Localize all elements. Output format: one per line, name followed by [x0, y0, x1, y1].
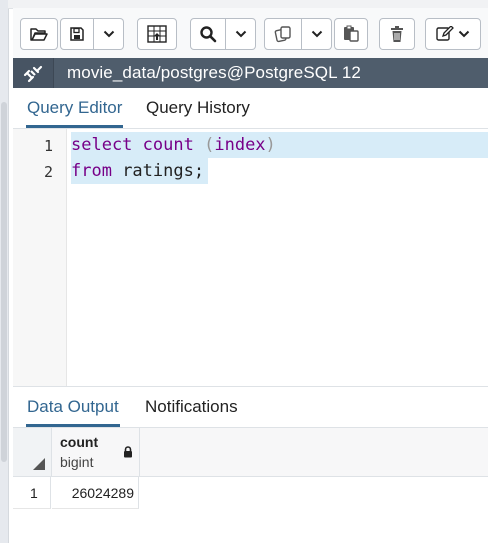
column-type: bigint — [60, 454, 94, 470]
search-options-dropdown[interactable] — [226, 18, 256, 50]
chevron-down-icon — [311, 30, 322, 38]
sql-keyword: select — [71, 135, 133, 155]
save-options-dropdown[interactable] — [94, 18, 124, 50]
copy-button[interactable] — [264, 18, 302, 50]
sql-paren: ) — [265, 135, 276, 155]
sql-identifier: index — [214, 135, 266, 155]
connection-bar: movie_data/postgres@PostgreSQL 12 — [13, 58, 488, 88]
header-filler — [140, 428, 488, 477]
editor-tabs: Query Editor Query History — [13, 88, 488, 129]
sql-text: ratings; — [111, 161, 205, 181]
edit-button[interactable] — [425, 18, 481, 50]
chevron-down-icon — [235, 30, 246, 38]
query-tool-panel: movie_data/postgres@PostgreSQL 12 Query … — [13, 0, 488, 543]
column-header[interactable]: count bigint — [52, 428, 140, 477]
sql-keyword: from — [71, 161, 112, 181]
line-number: 2 — [43, 163, 53, 181]
tab-notifications[interactable]: Notifications — [145, 387, 238, 427]
filter-button[interactable] — [137, 18, 177, 50]
row-number[interactable]: 1 — [13, 477, 51, 509]
line-number: 1 — [43, 137, 53, 155]
grid-filter-icon — [147, 25, 167, 43]
open-file-button[interactable] — [20, 18, 58, 50]
tab-data-output[interactable]: Data Output — [26, 387, 120, 427]
code-line[interactable]: from ratings; — [71, 158, 208, 184]
tab-query-history[interactable]: Query History — [146, 88, 250, 128]
save-icon — [70, 27, 84, 41]
copy-icon — [274, 26, 291, 43]
select-all-corner[interactable] — [13, 428, 52, 477]
corner-triangle-icon — [33, 458, 45, 470]
connection-link-icon — [23, 65, 43, 83]
lock-icon — [124, 446, 132, 458]
search-icon — [200, 26, 217, 43]
sql-paren: ( — [204, 135, 215, 155]
delete-button[interactable] — [379, 18, 415, 50]
scrollbar-thumb[interactable] — [1, 102, 7, 462]
connection-title: movie_data/postgres@PostgreSQL 12 — [67, 63, 361, 82]
toolbar — [13, 8, 488, 58]
data-output-grid: count bigint 1 26024289 — [13, 428, 488, 543]
folder-open-icon — [30, 28, 48, 41]
connection-status-button[interactable] — [13, 58, 54, 88]
table-cell[interactable]: 26024289 — [52, 477, 139, 509]
chevron-down-icon — [103, 30, 114, 38]
result-tabs: Data Output Notifications — [13, 387, 488, 428]
line-number-gutter: 1 2 — [13, 129, 67, 386]
column-name: count — [60, 434, 99, 450]
trash-icon — [391, 26, 403, 42]
chevron-down-icon — [458, 30, 470, 38]
paste-button[interactable] — [334, 18, 368, 50]
sql-editor[interactable]: 1 2 select count (index) from ratings; — [13, 129, 488, 386]
save-button[interactable] — [60, 18, 94, 50]
code-line[interactable]: select count (index) — [71, 132, 488, 158]
sql-function: count — [142, 135, 194, 155]
sidebar-scrollbar[interactable] — [0, 0, 9, 543]
search-button[interactable] — [190, 18, 226, 50]
tab-query-editor[interactable]: Query Editor — [26, 88, 124, 128]
edit-icon — [436, 26, 454, 41]
copy-options-dropdown[interactable] — [302, 18, 332, 50]
paste-icon — [344, 25, 359, 42]
